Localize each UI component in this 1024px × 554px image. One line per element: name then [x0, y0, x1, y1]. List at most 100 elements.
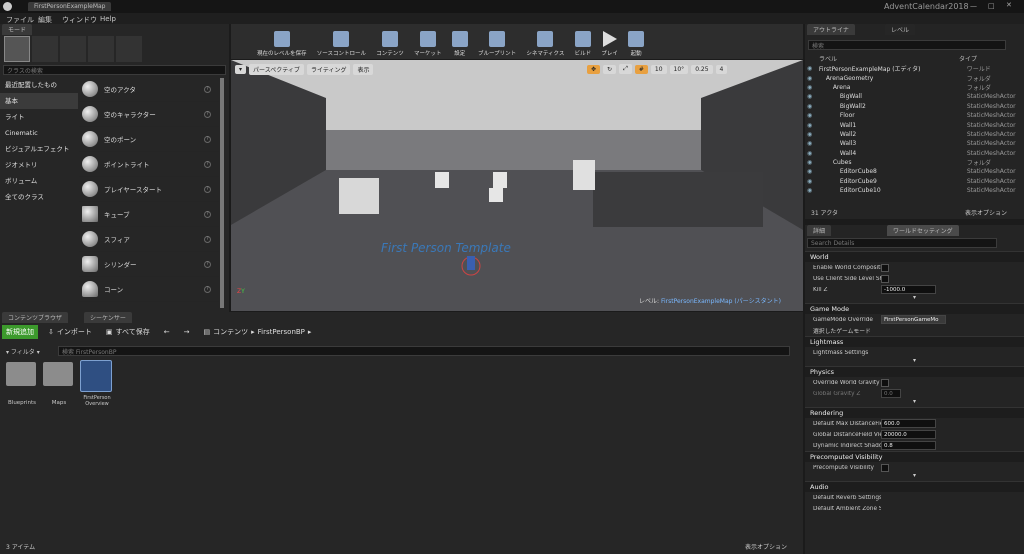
outliner-row[interactable]: ◉ Cubes フォルダ	[807, 158, 1021, 167]
world-settings-tab[interactable]: ワールドセッティング	[887, 225, 959, 236]
build-button[interactable]: ビルド	[571, 24, 596, 57]
forward-button[interactable]: →	[180, 326, 194, 338]
outliner-row[interactable]: ◉ Wall1 StaticMeshActor	[807, 120, 1021, 129]
help-icon[interactable]: ?	[204, 85, 211, 93]
launch-button[interactable]: 起動	[624, 24, 648, 57]
maximize-button[interactable]: □	[988, 2, 995, 10]
grid-snap-value[interactable]: 10	[650, 64, 667, 74]
class-search-input[interactable]: クラスの検索	[3, 65, 226, 75]
eye-icon[interactable]: ◉	[807, 103, 819, 110]
grid-snap-icon[interactable]: #	[634, 64, 648, 74]
list-item[interactable]: プレイヤースタート?	[79, 177, 219, 202]
eye-icon[interactable]: ◉	[807, 168, 819, 175]
import-button[interactable]: ⇩ インポート	[44, 325, 96, 339]
section-precomputed-visibility[interactable]: Precomputed Visibility	[805, 451, 1024, 462]
checkbox[interactable]	[881, 263, 889, 272]
category-volumes[interactable]: ボリューム	[0, 173, 78, 189]
content-view-options[interactable]: 表示オプション	[745, 542, 787, 551]
cinematics-button[interactable]: シネマティクス	[522, 24, 568, 57]
help-icon[interactable]: ?	[204, 210, 211, 218]
category-basic[interactable]: 基本	[0, 93, 78, 109]
eye-icon[interactable]: ◉	[807, 159, 819, 166]
asset-firstperson-overview[interactable]: FirstPerson Overview	[80, 360, 114, 407]
perspective-button[interactable]: パースペクティブ	[249, 64, 304, 75]
outliner-row[interactable]: ◉ BigWall StaticMeshActor	[807, 92, 1021, 101]
help-icon[interactable]: ?	[204, 235, 211, 243]
category-recent[interactable]: 最近配置したもの	[0, 77, 78, 93]
eye-icon[interactable]: ◉	[807, 112, 819, 119]
menu-help[interactable]: Help	[100, 15, 116, 23]
back-button[interactable]: ←	[160, 326, 174, 338]
outliner-row[interactable]: ◉ EditorCube10 StaticMeshActor	[807, 186, 1021, 195]
checkbox[interactable]	[881, 463, 889, 472]
prop-selected-gamemode[interactable]: 選択したゲームモード	[805, 325, 1024, 336]
outliner-row[interactable]: ◉ Wall3 StaticMeshActor	[807, 139, 1021, 148]
outliner-tab[interactable]: アウトライナ	[807, 24, 855, 35]
show-button[interactable]: 表示	[353, 64, 374, 75]
marketplace-button[interactable]: マーケット	[410, 24, 446, 57]
scrollbar[interactable]	[220, 78, 224, 308]
expand-arrow-icon[interactable]: ▾	[805, 399, 1024, 407]
list-item[interactable]: コーン?	[79, 277, 219, 302]
help-icon[interactable]: ?	[204, 260, 211, 268]
help-icon[interactable]: ?	[204, 135, 211, 143]
list-item[interactable]: キューブ?	[79, 202, 219, 227]
outliner-row[interactable]: ◉ FirstPersonExampleMap (エディタ) ワールド	[807, 64, 1021, 73]
outliner-row[interactable]: ◉ EditorCube9 StaticMeshActor	[807, 177, 1021, 186]
section-physics[interactable]: Physics	[805, 366, 1024, 377]
level-tab[interactable]: FirstPersonExampleMap	[28, 2, 112, 11]
asset-blueprints[interactable]: Blueprints	[6, 362, 38, 406]
gamemode-select[interactable]: FirstPersonGameMo	[881, 315, 946, 324]
category-visual-effects[interactable]: ビジュアルエフェクト	[0, 141, 78, 157]
eye-icon[interactable]: ◉	[807, 84, 819, 91]
eye-icon[interactable]: ◉	[807, 131, 819, 138]
landscape-mode-icon[interactable]	[60, 36, 86, 62]
outliner-row[interactable]: ◉ ArenaGeometry フォルダ	[807, 73, 1021, 83]
outliner-view-options[interactable]: 表示オプション	[965, 208, 1007, 217]
help-icon[interactable]: ?	[204, 185, 211, 193]
eye-icon[interactable]: ◉	[807, 150, 819, 157]
section-lightmass[interactable]: Lightmass	[805, 336, 1024, 347]
list-item[interactable]: 空のアクタ?	[79, 77, 219, 102]
section-audio[interactable]: Audio	[805, 481, 1024, 492]
category-cinematic[interactable]: Cinematic	[0, 125, 78, 141]
outliner-row[interactable]: ◉ BigWall2 StaticMeshActor	[807, 102, 1021, 111]
eye-icon[interactable]: ◉	[807, 140, 819, 147]
details-search-input[interactable]: Search Details	[807, 238, 997, 248]
distance-field[interactable]: 600.0	[881, 419, 936, 428]
eye-icon[interactable]: ◉	[807, 122, 819, 129]
eye-icon[interactable]: ◉	[807, 93, 819, 100]
outliner-row[interactable]: ◉ Wall4 StaticMeshActor	[807, 149, 1021, 158]
category-all-classes[interactable]: 全てのクラス	[0, 189, 78, 205]
level-viewport[interactable]: First Person Template ▾ パースペクティブ ライティング …	[231, 60, 803, 311]
play-button[interactable]: プレイ	[597, 24, 622, 57]
rotation-snap-value[interactable]: 10°	[669, 64, 689, 74]
section-game-mode[interactable]: Game Mode	[805, 303, 1024, 314]
content-search-input[interactable]: 検索 FirstPersonBP	[58, 346, 790, 356]
outliner-row[interactable]: ◉ Wall2 StaticMeshActor	[807, 130, 1021, 139]
filter-button[interactable]: ▾ フィルタ ▾	[6, 347, 40, 356]
blueprints-button[interactable]: ブループリント	[474, 24, 520, 57]
rotate-icon[interactable]: ↻	[603, 64, 617, 74]
place-mode-icon[interactable]	[4, 36, 30, 62]
outliner-row[interactable]: ◉ EditorCube8 StaticMeshActor	[807, 167, 1021, 176]
category-lights[interactable]: ライト	[0, 109, 78, 125]
section-rendering[interactable]: Rendering	[805, 407, 1024, 418]
category-geometry[interactable]: ジオメトリ	[0, 157, 78, 173]
shadow-field[interactable]: 0.8	[881, 441, 936, 450]
add-new-button[interactable]: 新規追加	[2, 325, 38, 339]
list-item[interactable]: 空のキャラクター?	[79, 102, 219, 127]
foliage-mode-icon[interactable]	[88, 36, 114, 62]
eye-icon[interactable]: ◉	[807, 187, 819, 194]
expand-arrow-icon[interactable]: ▾	[805, 295, 1024, 303]
minimize-button[interactable]: —	[970, 2, 977, 10]
eye-icon[interactable]: ◉	[807, 65, 819, 72]
list-item[interactable]: ポイントライト?	[79, 152, 219, 177]
save-all-button[interactable]: ▣ すべて保存	[102, 325, 154, 339]
scale-icon[interactable]: ⤢	[619, 64, 632, 74]
prop-default-reverb[interactable]: Default Reverb Settings	[805, 492, 1024, 503]
outliner-row[interactable]: ◉ Arena フォルダ	[807, 83, 1021, 92]
details-tab[interactable]: 詳細	[807, 225, 832, 236]
expand-arrow-icon[interactable]: ▾	[805, 473, 1024, 481]
checkbox[interactable]	[881, 378, 889, 387]
